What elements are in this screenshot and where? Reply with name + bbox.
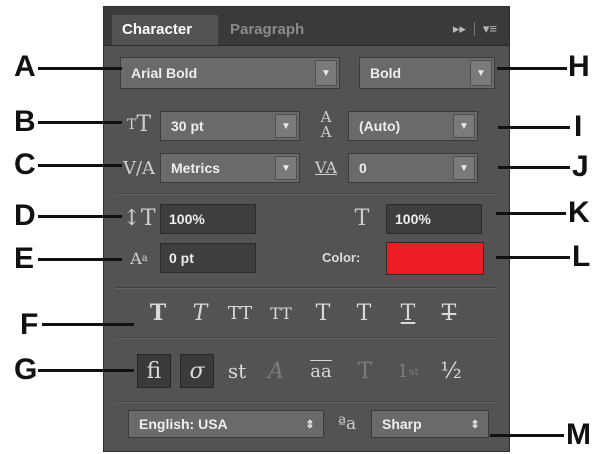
antialias-dropdown[interactable]: Sharp ⇕ (371, 410, 489, 438)
callout-j: J (572, 150, 589, 183)
leader-line (490, 434, 564, 437)
baseline-shift-input[interactable]: 0 pt (160, 243, 256, 273)
font-style-dropdown[interactable]: Bold ▼ (359, 57, 495, 89)
divider (116, 287, 497, 289)
all-caps-button[interactable]: TT (223, 296, 257, 330)
subscript-button[interactable]: T (347, 296, 381, 330)
language-dropdown[interactable]: English: USA ⇕ (128, 410, 324, 438)
ordinal-suffix: st (408, 364, 419, 378)
tab-paragraph[interactable]: Paragraph (220, 15, 322, 45)
underline-button[interactable]: T (391, 296, 425, 330)
font-family-value: Arial Bold (131, 65, 198, 81)
color-label: Color: (322, 250, 361, 265)
font-size-dropdown[interactable]: 30 pt ▼ (160, 111, 300, 141)
leading-value: (Auto) (359, 118, 401, 134)
callout-c: C (14, 148, 36, 181)
titling-alternates-button[interactable]: T (348, 354, 382, 388)
leader-line (496, 256, 570, 259)
font-size-icon: TT (126, 112, 152, 137)
callout-e: E (14, 242, 35, 275)
fractions-button[interactable]: ½ (434, 354, 468, 388)
faux-bold-button[interactable]: T (141, 296, 175, 330)
divider (473, 22, 475, 36)
font-family-dropdown[interactable]: Arial Bold ▼ (120, 57, 340, 89)
vertical-scale-input[interactable]: 100% (160, 204, 256, 234)
tracking-icon: VA (314, 158, 338, 177)
swash-button[interactable]: A (259, 354, 293, 388)
faux-italic-button[interactable]: T (183, 296, 217, 330)
chevron-down-icon[interactable]: ▼ (453, 114, 475, 138)
tracking-value: 0 (359, 160, 367, 176)
leader-line (38, 164, 122, 167)
leading-dropdown[interactable]: (Auto) ▼ (348, 111, 478, 141)
divider (116, 401, 497, 403)
panel-menu-icon[interactable]: ▾≡ (483, 21, 497, 37)
callout-l: L (572, 240, 591, 273)
callout-h: H (568, 50, 590, 83)
callout-k: K (568, 196, 590, 229)
chevron-down-icon[interactable]: ▼ (275, 156, 297, 180)
discretionary-ligatures-button[interactable]: st (220, 354, 254, 388)
panel-tabbar: Character Paragraph ▸▸ ▾≡ (104, 7, 509, 46)
kerning-dropdown[interactable]: Metrics ▼ (160, 153, 300, 183)
font-style-value: Bold (370, 65, 402, 81)
chevron-down-icon[interactable]: ▼ (470, 60, 492, 86)
horizontal-scale-icon: T (354, 206, 370, 231)
callout-i: I (574, 110, 583, 143)
stylistic-alternates-button[interactable]: aa (304, 354, 338, 388)
ordinals-button[interactable]: 1st (391, 354, 425, 388)
character-panel: Character Paragraph ▸▸ ▾≡ Arial Bold ▼ B… (103, 6, 510, 452)
chevron-down-icon[interactable]: ▼ (315, 60, 337, 86)
kerning-value: Metrics (171, 160, 221, 176)
callout-d: D (14, 199, 36, 232)
chevron-down-icon[interactable]: ▼ (453, 156, 475, 180)
leader-line (496, 212, 566, 215)
antialias-icon: ªa (337, 413, 357, 434)
leader-line (498, 126, 570, 129)
tab-character[interactable]: Character (112, 15, 218, 45)
leader-line (38, 215, 122, 218)
leader-line (38, 369, 134, 372)
leader-line (38, 67, 122, 70)
vertical-scale-icon: ↕T (122, 206, 156, 231)
superscript-button[interactable]: T (306, 296, 340, 330)
callout-a: A (14, 50, 36, 83)
tracking-dropdown[interactable]: 0 ▼ (348, 153, 478, 183)
chevron-down-icon[interactable]: ▼ (275, 114, 297, 138)
stepper-icon[interactable]: ⇕ (464, 413, 486, 435)
leader-line (38, 258, 122, 261)
leader-line (38, 121, 122, 124)
callout-b: B (14, 105, 36, 138)
leading-icon: AA (320, 108, 332, 141)
kerning-icon: V/A (122, 158, 156, 179)
callout-f: F (20, 308, 39, 341)
callout-m: M (566, 418, 591, 451)
collapse-icon[interactable]: ▸▸ (453, 21, 466, 37)
baseline-shift-icon: Aa (130, 249, 148, 268)
horizontal-scale-input[interactable]: 100% (386, 204, 482, 234)
color-swatch[interactable] (386, 242, 484, 275)
leader-line (498, 166, 570, 169)
contextual-alternates-button[interactable]: σ (180, 354, 214, 388)
language-value: English: USA (139, 416, 228, 432)
callout-g: G (14, 353, 38, 386)
antialias-value: Sharp (382, 416, 422, 432)
divider (116, 193, 497, 195)
stepper-icon[interactable]: ⇕ (299, 413, 321, 435)
divider (116, 337, 497, 339)
leader-line (497, 67, 567, 70)
strikethrough-button[interactable]: T (432, 296, 466, 330)
panel-controls: ▸▸ ▾≡ (453, 21, 497, 37)
leader-line (42, 323, 134, 326)
font-size-value: 30 pt (171, 118, 204, 134)
small-caps-button[interactable]: TT (264, 296, 298, 330)
standard-ligatures-button[interactable]: fi (137, 354, 171, 388)
